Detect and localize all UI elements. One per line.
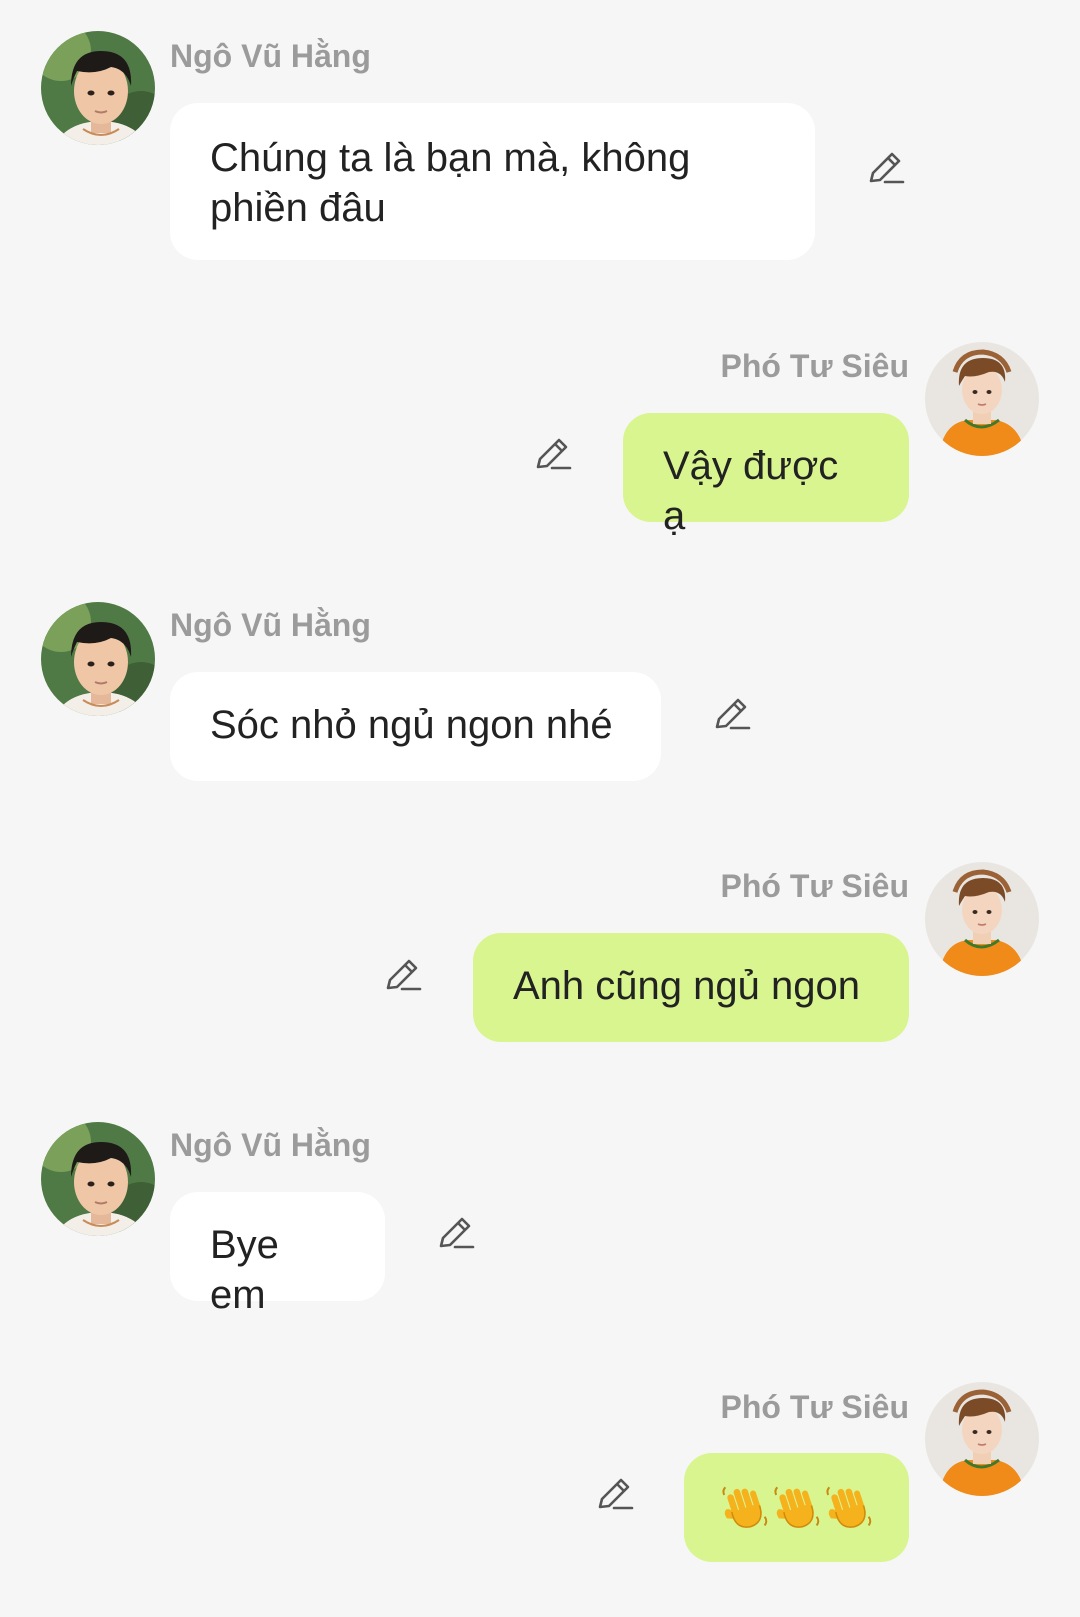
waving-hand-icon <box>721 1484 769 1532</box>
message-bubble[interactable] <box>684 1453 909 1562</box>
message-text-line: Chúng ta là bạn mà, không <box>210 136 691 180</box>
message-text-line: phiền đâu <box>210 186 386 230</box>
pencil-edit-icon[interactable] <box>435 1213 475 1253</box>
sender-name: Ngô Vũ Hằng <box>170 607 371 643</box>
message-bubble[interactable]: Chúng ta là bạn mà, không phiền đâu <box>170 103 815 260</box>
pencil-edit-icon[interactable] <box>865 148 905 188</box>
avatar-image <box>925 862 1039 976</box>
message-bubble[interactable]: Sóc nhỏ ngủ ngon nhé <box>170 672 661 781</box>
avatar-pho-tu-sieu[interactable] <box>925 1382 1039 1496</box>
avatar-image <box>925 1382 1039 1496</box>
waving-hand-icon <box>773 1484 821 1532</box>
avatar-ngo-vu-hang[interactable] <box>41 31 155 145</box>
sender-name: Phó Tư Siêu <box>720 868 909 904</box>
pencil-edit-icon[interactable] <box>594 1474 634 1514</box>
pencil-edit-icon[interactable] <box>711 694 751 734</box>
avatar-image <box>41 602 155 716</box>
sender-name: Ngô Vũ Hằng <box>170 38 371 74</box>
avatar-image <box>41 1122 155 1236</box>
pencil-edit-icon[interactable] <box>532 434 572 474</box>
message-text: Anh cũng ngủ ngon <box>513 964 860 1008</box>
avatar-pho-tu-sieu[interactable] <box>925 862 1039 976</box>
sender-name: Ngô Vũ Hằng <box>170 1127 371 1163</box>
avatar-ngo-vu-hang[interactable] <box>41 602 155 716</box>
message-text: Bye em <box>210 1223 279 1317</box>
message-bubble[interactable]: Bye em <box>170 1192 385 1317</box>
avatar-image <box>41 31 155 145</box>
avatar-ngo-vu-hang[interactable] <box>41 1122 155 1236</box>
avatar-image <box>925 342 1039 456</box>
avatar-pho-tu-sieu[interactable] <box>925 342 1039 456</box>
sender-name: Phó Tư Siêu <box>720 1389 909 1425</box>
pencil-edit-icon[interactable] <box>382 955 422 995</box>
waving-hand-icon <box>825 1484 873 1532</box>
emoji-group <box>684 1453 909 1562</box>
message-text: Vậy được ạ <box>663 444 839 538</box>
sender-name: Phó Tư Siêu <box>720 348 909 384</box>
message-bubble[interactable]: Vậy được ạ <box>623 413 909 538</box>
message-text: Sóc nhỏ ngủ ngon nhé <box>210 703 613 747</box>
message-bubble[interactable]: Anh cũng ngủ ngon <box>473 933 909 1042</box>
